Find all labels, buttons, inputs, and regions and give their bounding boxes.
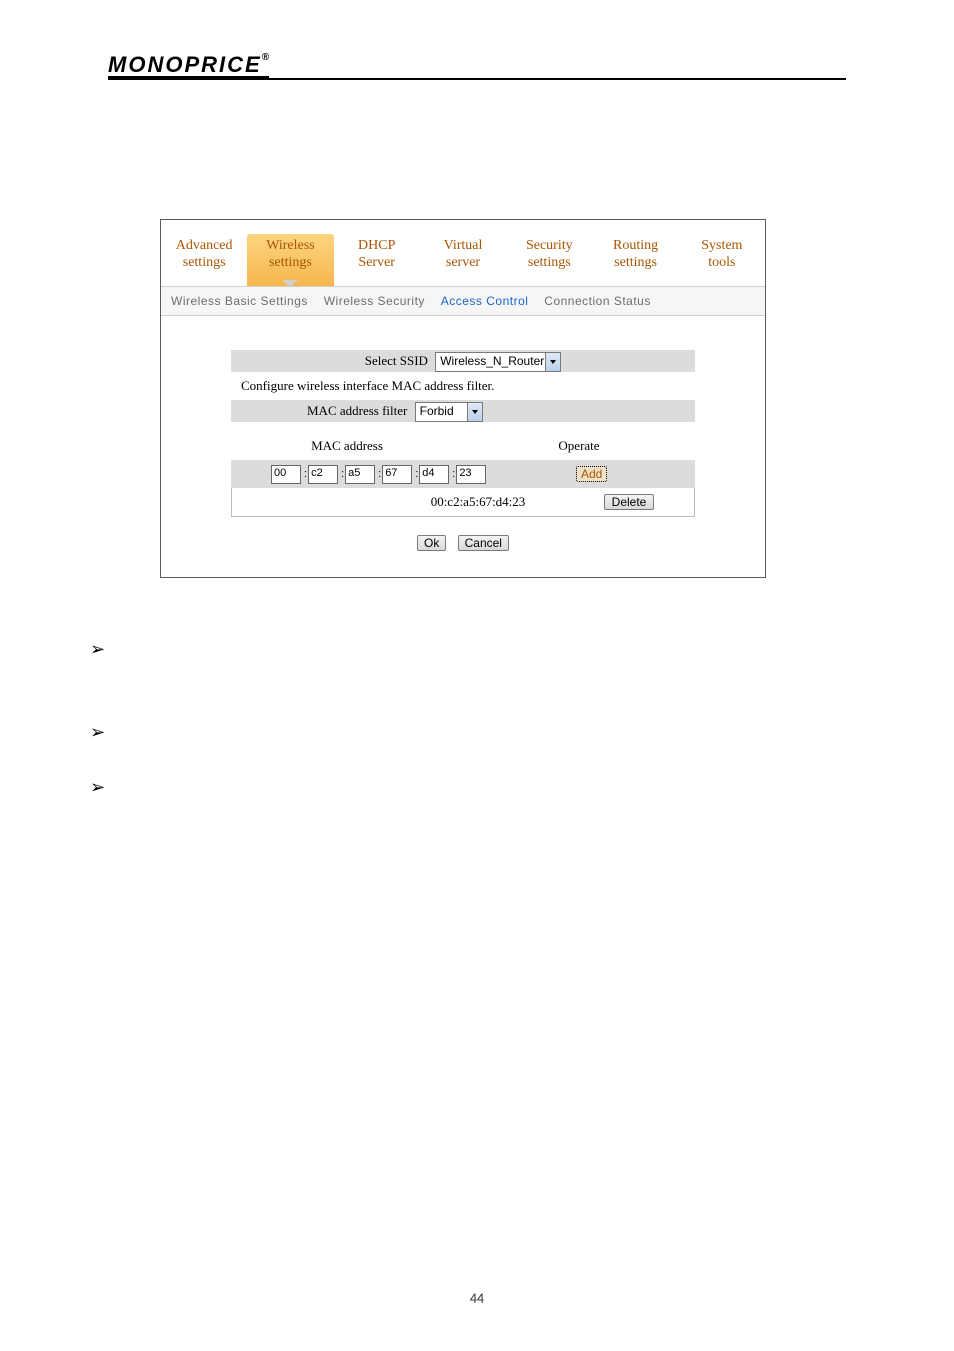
ok-button[interactable]: Ok bbox=[417, 535, 446, 551]
bullet-item bbox=[86, 719, 846, 746]
mac-colon: : bbox=[378, 468, 381, 480]
ssid-row: Select SSID Wireless_N_Router bbox=[231, 350, 695, 372]
tab-label-line2: tools bbox=[679, 254, 765, 271]
tab-label-line1: Routing bbox=[592, 237, 678, 254]
ssid-select[interactable]: Wireless_N_Router bbox=[435, 352, 561, 372]
tab-label-line1: System bbox=[679, 237, 765, 254]
page-number: 44 bbox=[0, 1290, 954, 1307]
mac-octet-5[interactable]: d4 bbox=[419, 465, 449, 484]
subtab-connection-status[interactable]: Connection Status bbox=[544, 294, 651, 308]
subtab-wireless-security[interactable]: Wireless Security bbox=[324, 294, 425, 308]
tab-label-line1: DHCP bbox=[334, 237, 420, 254]
mac-octet-1[interactable]: 00 bbox=[271, 465, 301, 484]
mac-list-row: 00:c2:a5:67:d4:23 Delete bbox=[231, 488, 695, 517]
tab-label-line1: Virtual bbox=[420, 237, 506, 254]
action-row: Ok Cancel bbox=[231, 517, 695, 565]
body-bullets bbox=[86, 636, 846, 801]
brand-text: MONOPRICE bbox=[108, 52, 262, 77]
ssid-value: Wireless_N_Router bbox=[440, 354, 544, 368]
bullet-item bbox=[86, 774, 846, 801]
col-operate: Operate bbox=[463, 438, 695, 454]
mac-octet-6[interactable]: 23 bbox=[456, 465, 486, 484]
tab-label-line2: settings bbox=[506, 254, 592, 271]
mac-colon: : bbox=[304, 468, 307, 480]
chevron-down-icon bbox=[467, 403, 482, 421]
brand-logo: MONOPRICE® bbox=[108, 52, 269, 78]
header-divider bbox=[108, 78, 846, 80]
tab-label-line2: settings bbox=[161, 254, 247, 271]
filter-row: MAC address filter Forbid bbox=[231, 400, 695, 422]
cancel-button[interactable]: Cancel bbox=[458, 535, 509, 551]
mac-input-row: 00: c2: a5: 67: d4: 23 Add bbox=[231, 460, 695, 488]
sub-tabs: Wireless Basic Settings Wireless Securit… bbox=[161, 286, 765, 316]
col-mac: MAC address bbox=[231, 438, 463, 454]
mac-colon: : bbox=[341, 468, 344, 480]
tab-system-tools[interactable]: System tools bbox=[679, 234, 765, 286]
mac-octet-3[interactable]: a5 bbox=[345, 465, 375, 484]
tab-dhcp-server[interactable]: DHCP Server bbox=[334, 234, 420, 286]
filter-select[interactable]: Forbid bbox=[415, 402, 483, 422]
mac-colon: : bbox=[452, 468, 455, 480]
filter-value: Forbid bbox=[420, 404, 454, 418]
add-button[interactable]: Add bbox=[576, 466, 607, 482]
tab-wireless-settings[interactable]: Wireless settings bbox=[247, 234, 333, 286]
tab-routing-settings[interactable]: Routing settings bbox=[592, 234, 678, 286]
tab-label-line1: Advanced bbox=[161, 237, 247, 254]
brand-suffix: ® bbox=[262, 52, 269, 63]
filter-label: MAC address filter bbox=[307, 400, 407, 422]
router-panel: Advanced settings Wireless settings DHCP… bbox=[160, 219, 766, 578]
chevron-down-icon bbox=[545, 353, 560, 371]
content-area: Select SSID Wireless_N_Router Configure … bbox=[161, 316, 765, 577]
ssid-label: Select SSID bbox=[365, 350, 428, 372]
mac-colon: : bbox=[415, 468, 418, 480]
tab-advanced-settings[interactable]: Advanced settings bbox=[161, 234, 247, 286]
tab-virtual-server[interactable]: Virtual server bbox=[420, 234, 506, 286]
bullet-item bbox=[86, 636, 846, 663]
subtab-access-control[interactable]: Access Control bbox=[441, 294, 529, 308]
subtab-wireless-basic[interactable]: Wireless Basic Settings bbox=[171, 294, 308, 308]
mac-list-value: 00:c2:a5:67:d4:23 bbox=[392, 494, 564, 510]
main-tabs: Advanced settings Wireless settings DHCP… bbox=[161, 234, 765, 286]
tab-label-line1: Security bbox=[506, 237, 592, 254]
delete-button[interactable]: Delete bbox=[604, 494, 655, 510]
tab-label-line2: server bbox=[420, 254, 506, 271]
tab-label-line2: settings bbox=[247, 254, 333, 271]
tab-security-settings[interactable]: Security settings bbox=[506, 234, 592, 286]
tab-label-line2: Server bbox=[334, 254, 420, 271]
columns-header: MAC address Operate bbox=[231, 438, 695, 454]
mac-octet-4[interactable]: 67 bbox=[382, 465, 412, 484]
tab-label-line2: settings bbox=[592, 254, 678, 271]
mac-octet-2[interactable]: c2 bbox=[308, 465, 338, 484]
config-description: Configure wireless interface MAC address… bbox=[231, 372, 695, 394]
tab-label-line1: Wireless bbox=[247, 237, 333, 254]
